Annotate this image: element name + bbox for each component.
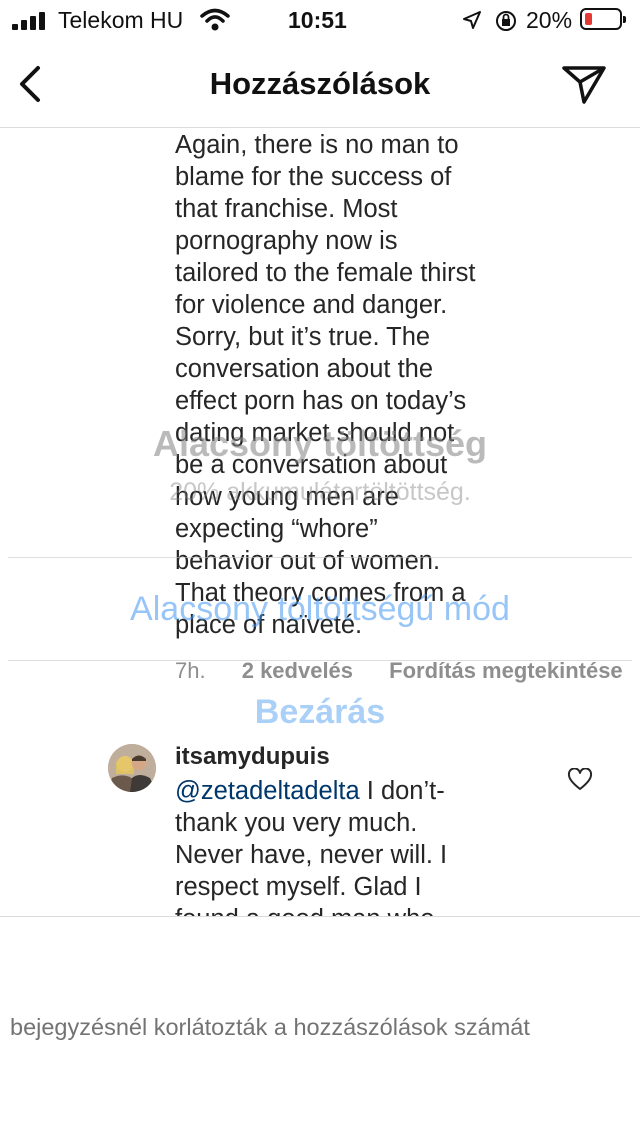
wifi-icon xyxy=(200,8,230,31)
heart-icon[interactable] xyxy=(567,768,593,792)
paper-plane-icon[interactable] xyxy=(560,62,608,106)
clock: 10:51 xyxy=(288,7,347,33)
low-battery-alert-message: 20% akkumulátortöltöttség. xyxy=(169,478,471,506)
signal-icon xyxy=(12,12,52,30)
header: Hozzászólások xyxy=(0,40,640,128)
comment-username[interactable]: itsamydupuis xyxy=(175,743,330,771)
page-title: Hozzászólások xyxy=(209,66,431,101)
status-bar: Telekom HU 10:51 20% xyxy=(0,0,640,40)
battery-percent: 20% xyxy=(526,7,573,33)
translate-link[interactable]: Fordítás megtekintése xyxy=(389,658,623,683)
orientation-lock-icon xyxy=(496,11,516,31)
low-power-mode-button[interactable]: Alacsony töltöttségű mód xyxy=(0,590,640,629)
comment-time: 7h. xyxy=(175,658,206,683)
mention-link[interactable]: @zetadeltadelta xyxy=(175,777,360,805)
battery-icon xyxy=(580,8,626,30)
low-battery-alert-title: Alacsony töltöttség xyxy=(152,423,488,464)
alert-divider xyxy=(8,557,632,558)
comment-text: @zetadeltadelta I don’t- thank you very … xyxy=(175,775,535,935)
location-icon xyxy=(463,11,481,29)
comment-text: Again, there is no man to blame for the … xyxy=(175,131,476,639)
comment-restriction-footer: bejegyzésnél korlátozták a hozzászólások… xyxy=(0,916,640,1137)
likes-count[interactable]: 2 kedvelés xyxy=(242,658,353,683)
avatar[interactable] xyxy=(108,744,156,792)
comment-meta: 7h. 2 kedvelés Fordítás megtekintése xyxy=(175,658,640,684)
carrier-label: Telekom HU xyxy=(58,7,184,33)
close-alert-button[interactable]: Bezárás xyxy=(0,693,640,732)
comment-restriction-notice: bejegyzésnél korlátozták a hozzászólások… xyxy=(10,1014,530,1040)
